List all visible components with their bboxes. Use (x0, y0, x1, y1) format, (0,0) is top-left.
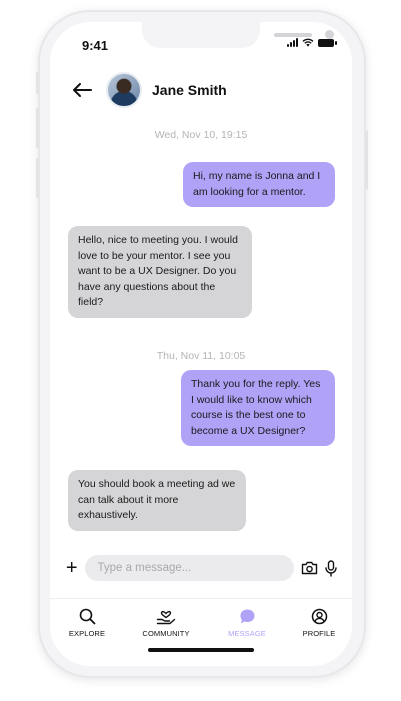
phone-side-button (36, 108, 39, 148)
message-bubble-incoming[interactable]: Hello, nice to meeting you. I would love… (68, 226, 252, 318)
wifi-icon (302, 38, 314, 47)
camera-icon (302, 561, 318, 575)
search-icon (79, 608, 95, 624)
date-separator: Wed, Nov 10, 19:15 (154, 129, 248, 141)
community-icon (156, 610, 176, 625)
tab-label: COMMUNITY (142, 629, 190, 638)
status-icons (287, 38, 337, 47)
add-attachment-button[interactable]: + (62, 558, 81, 578)
tab-label: EXPLORE (68, 629, 106, 638)
message-bubble-outgoing[interactable]: Thank you for the reply. Yes I would lik… (181, 370, 335, 446)
back-button[interactable] (72, 79, 94, 101)
tab-label: MESSAGE (228, 629, 266, 638)
tab-community[interactable]: COMMUNITY (131, 607, 201, 638)
phone-side-button (36, 72, 39, 94)
tab-label: PROFILE (302, 629, 336, 638)
arrow-left-icon (73, 83, 92, 97)
chat-header: Jane Smith (72, 70, 332, 110)
message-icon (240, 609, 254, 623)
signal-icon (287, 38, 298, 47)
bottom-tab-bar: EXPLORE COMMUNITY MESSAGE PROFILE (50, 598, 352, 644)
status-time: 9:41 (82, 38, 109, 53)
battery-icon (318, 38, 337, 47)
tab-message[interactable]: MESSAGE (212, 607, 282, 638)
profile-icon (311, 608, 327, 624)
tab-explore[interactable]: EXPLORE (52, 607, 122, 638)
camera-button[interactable] (301, 559, 318, 577)
phone-side-button (365, 130, 368, 190)
date-separator: Thu, Nov 11, 10:05 (156, 350, 246, 362)
app-screen: 9:41 Jane Smith Wed, Nov 10, 19:15 Hi, m… (50, 22, 352, 666)
message-bubble-outgoing[interactable]: Hi, my name is Jonna and I am looking fo… (183, 162, 335, 207)
avatar[interactable] (106, 72, 142, 108)
message-input[interactable] (85, 555, 295, 581)
contact-name: Jane Smith (152, 82, 227, 98)
microphone-icon (325, 559, 337, 577)
tab-profile[interactable]: PROFILE (284, 607, 352, 638)
home-indicator (148, 648, 254, 652)
message-composer: + (62, 554, 340, 582)
notch (142, 22, 334, 48)
phone-side-button (36, 158, 39, 198)
microphone-button[interactable] (323, 559, 340, 577)
message-bubble-incoming[interactable]: You should book a meeting ad we can talk… (68, 470, 246, 531)
speaker (274, 33, 312, 37)
